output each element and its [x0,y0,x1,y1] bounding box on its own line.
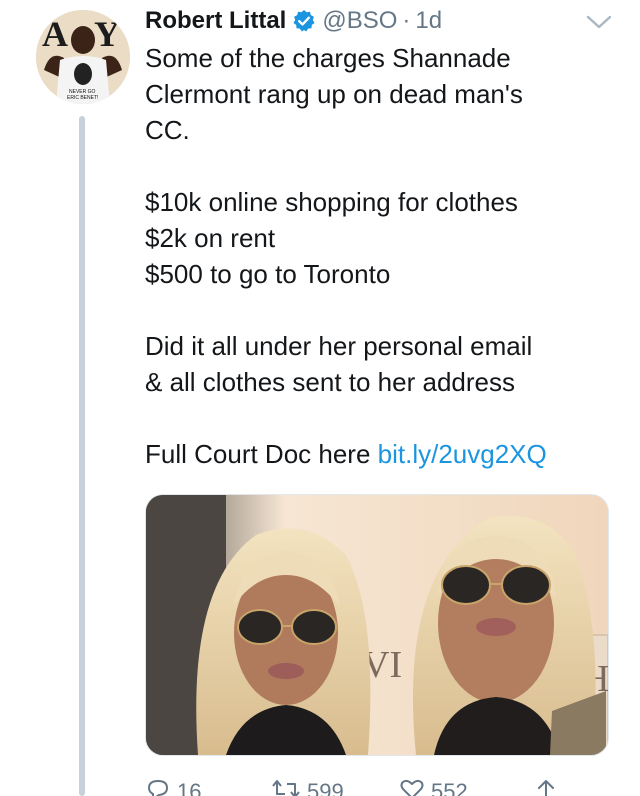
retweet-button[interactable]: 599 [271,778,344,796]
text-line: Some of the charges Shannade [145,43,511,73]
like-button[interactable]: 552 [399,778,468,796]
avatar-image: A Y NEVER GO ERIC BENET! [36,10,130,104]
text-line: $10k online shopping for clothes [145,187,518,217]
tweet-header: Robert Littal @BSO · 1d [145,6,442,36]
share-icon [535,778,557,796]
text-line: Did it all under her personal email [145,331,533,361]
avatar-shirt-text-2: ERIC BENET! [67,95,98,101]
timestamp[interactable]: 1d [415,7,442,35]
retweet-icon [271,778,301,796]
chevron-down-icon[interactable] [585,12,613,32]
author-handle[interactable]: @BSO [322,7,397,35]
avatar[interactable]: A Y NEVER GO ERIC BENET! [36,10,130,104]
text-line: $500 to go to Toronto [145,259,391,289]
tweet-text: Some of the charges Shannade Clermont ra… [145,40,615,472]
reply-icon [145,778,171,796]
share-button[interactable] [535,778,557,796]
heart-icon [399,778,425,796]
tweet-photo[interactable]: VI H [145,494,609,756]
separator-dot: · [402,7,411,34]
tweet[interactable]: A Y NEVER GO ERIC BENET! Robert Littal @… [0,0,640,796]
text-line: & all clothes sent to her address [145,367,515,397]
svg-text:Y: Y [94,14,120,54]
link-line: Full Court Doc here bit.ly/2uvg2XQ [145,436,615,472]
reply-count: 16 [177,779,202,796]
photo-illustration: VI H [146,495,608,755]
retweet-count: 599 [307,779,344,796]
court-doc-link[interactable]: bit.ly/2uvg2XQ [378,439,547,469]
text-line: $2k on rent [145,223,276,253]
action-bar: 16 599 552 [145,772,615,796]
author-name[interactable]: Robert Littal [145,7,286,35]
thread-line [79,116,85,796]
svg-text:A: A [42,14,68,54]
text-line: CC. [145,115,190,145]
text-line: Clermont rang up on dead man's [145,79,523,109]
link-prefix: Full Court Doc here [145,439,378,469]
verified-badge-icon [292,9,316,33]
like-count: 552 [431,779,468,796]
reply-button[interactable]: 16 [145,778,201,796]
